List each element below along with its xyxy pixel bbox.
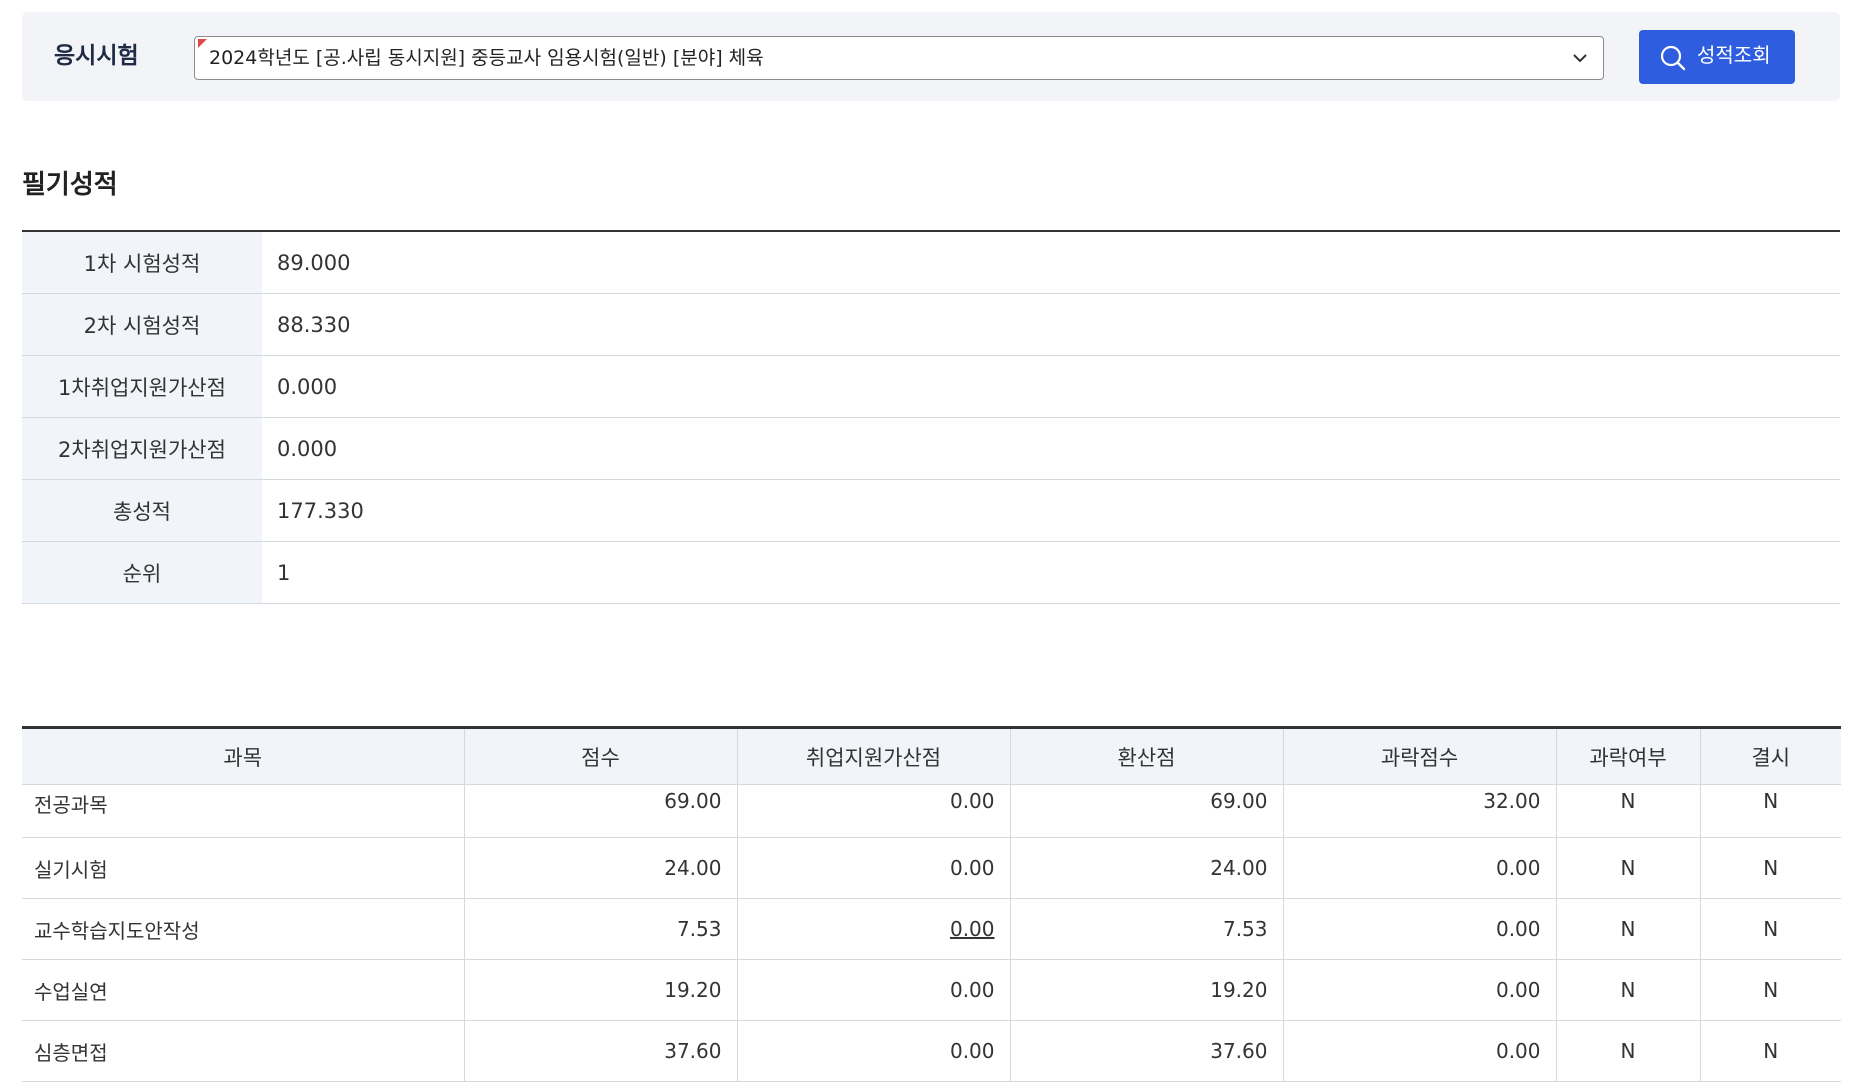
search-icon <box>1660 45 1686 71</box>
failed-cell: N <box>1555 959 1700 1021</box>
bonus-cell: 0.00 <box>736 1020 1010 1082</box>
score-cell: 7.53 <box>463 898 737 960</box>
score-row: 2차취업지원가산점 0.000 <box>22 417 1840 480</box>
table-header-row: 과목 점수 취업지원가산점 환산점 과락점수 과락여부 결시 <box>22 727 1841 785</box>
subject-name: 심층면접 <box>22 1020 464 1082</box>
table-row: 전공과목 69.00 0.00 69.00 32.00 N N <box>22 784 1841 838</box>
column-header: 결시 <box>1699 727 1841 785</box>
score-cell: 19.20 <box>463 959 737 1021</box>
score-label: 1차취업지원가산점 <box>22 355 262 418</box>
cutoff-cell: 0.00 <box>1282 837 1556 899</box>
column-header: 과락여부 <box>1555 727 1700 785</box>
chevron-down-icon <box>1573 54 1587 63</box>
subject-score-table: 과목 점수 취업지원가산점 환산점 과락점수 과락여부 결시 전공과목 69.0… <box>22 726 1841 1082</box>
converted-cell: 69.00 <box>1009 784 1283 838</box>
score-label: 2차 시험성적 <box>22 293 262 356</box>
score-cell: 69.00 <box>463 784 737 838</box>
bonus-cell: 0.00 <box>736 898 1010 960</box>
subject-name: 교수학습지도안작성 <box>22 898 464 960</box>
required-flag-icon <box>198 39 207 48</box>
absent-cell: N <box>1699 837 1841 899</box>
converted-cell: 37.60 <box>1009 1020 1283 1082</box>
table-row: 교수학습지도안작성 7.53 0.00 7.53 0.00 N N <box>22 898 1841 960</box>
bonus-link[interactable]: 0.00 <box>950 917 995 941</box>
cutoff-cell: 0.00 <box>1282 959 1556 1021</box>
cutoff-cell: 0.00 <box>1282 1020 1556 1082</box>
column-header: 환산점 <box>1009 727 1283 785</box>
score-value: 89.000 <box>262 231 1840 294</box>
score-label: 순위 <box>22 541 262 604</box>
score-label: 총성적 <box>22 479 262 542</box>
absent-cell: N <box>1699 784 1841 838</box>
failed-cell: N <box>1555 784 1700 838</box>
score-row: 1차취업지원가산점 0.000 <box>22 355 1840 418</box>
column-header: 과목 <box>22 727 464 785</box>
column-header: 취업지원가산점 <box>736 727 1010 785</box>
score-row: 1차 시험성적 89.000 <box>22 231 1840 294</box>
failed-cell: N <box>1555 1020 1700 1082</box>
exam-label: 응시시험 <box>54 43 139 69</box>
subject-name: 수업실연 <box>22 959 464 1021</box>
bonus-cell: 0.00 <box>736 784 1010 838</box>
exam-select-value: 2024학년도 [공.사립 동시지원] 중등교사 임용시험(일반) [분야] 체… <box>209 47 764 69</box>
absent-cell: N <box>1699 898 1841 960</box>
subject-name: 전공과목 <box>22 784 464 838</box>
failed-cell: N <box>1555 898 1700 960</box>
converted-cell: 7.53 <box>1009 898 1283 960</box>
score-value: 0.000 <box>262 417 1840 480</box>
score-cell: 37.60 <box>463 1020 737 1082</box>
converted-cell: 19.20 <box>1009 959 1283 1021</box>
absent-cell: N <box>1699 1020 1841 1082</box>
section-title: 필기성적 <box>22 170 118 200</box>
score-value: 0.000 <box>262 355 1840 418</box>
written-score-table: 1차 시험성적 89.000 2차 시험성적 88.330 1차취업지원가산점 … <box>22 230 1840 604</box>
score-row: 총성적 177.330 <box>22 479 1840 542</box>
score-value: 1 <box>262 541 1840 604</box>
score-row: 순위 1 <box>22 541 1840 604</box>
page: 응시시험 2024학년도 [공.사립 동시지원] 중등교사 임용시험(일반) [… <box>0 0 1863 1082</box>
score-cell: 24.00 <box>463 837 737 899</box>
exam-select[interactable]: 2024학년도 [공.사립 동시지원] 중등교사 임용시험(일반) [분야] 체… <box>194 36 1604 80</box>
search-score-button[interactable]: 성적조회 <box>1639 30 1795 84</box>
exam-filter-bar: 응시시험 2024학년도 [공.사립 동시지원] 중등교사 임용시험(일반) [… <box>22 12 1840 101</box>
table-row: 실기시험 24.00 0.00 24.00 0.00 N N <box>22 837 1841 899</box>
table-row: 수업실연 19.20 0.00 19.20 0.00 N N <box>22 959 1841 1021</box>
table-row: 심층면접 37.60 0.00 37.60 0.00 N N <box>22 1020 1841 1082</box>
score-label: 1차 시험성적 <box>22 231 262 294</box>
score-label: 2차취업지원가산점 <box>22 417 262 480</box>
subject-name: 실기시험 <box>22 837 464 899</box>
column-header: 과락점수 <box>1282 727 1556 785</box>
cutoff-cell: 0.00 <box>1282 898 1556 960</box>
absent-cell: N <box>1699 959 1841 1021</box>
score-row: 2차 시험성적 88.330 <box>22 293 1840 356</box>
failed-cell: N <box>1555 837 1700 899</box>
score-value: 177.330 <box>262 479 1840 542</box>
bonus-cell: 0.00 <box>736 837 1010 899</box>
column-header: 점수 <box>463 727 737 785</box>
converted-cell: 24.00 <box>1009 837 1283 899</box>
bonus-cell: 0.00 <box>736 959 1010 1021</box>
search-score-button-label: 성적조회 <box>1697 43 1771 67</box>
score-value: 88.330 <box>262 293 1840 356</box>
cutoff-cell: 32.00 <box>1282 784 1556 838</box>
